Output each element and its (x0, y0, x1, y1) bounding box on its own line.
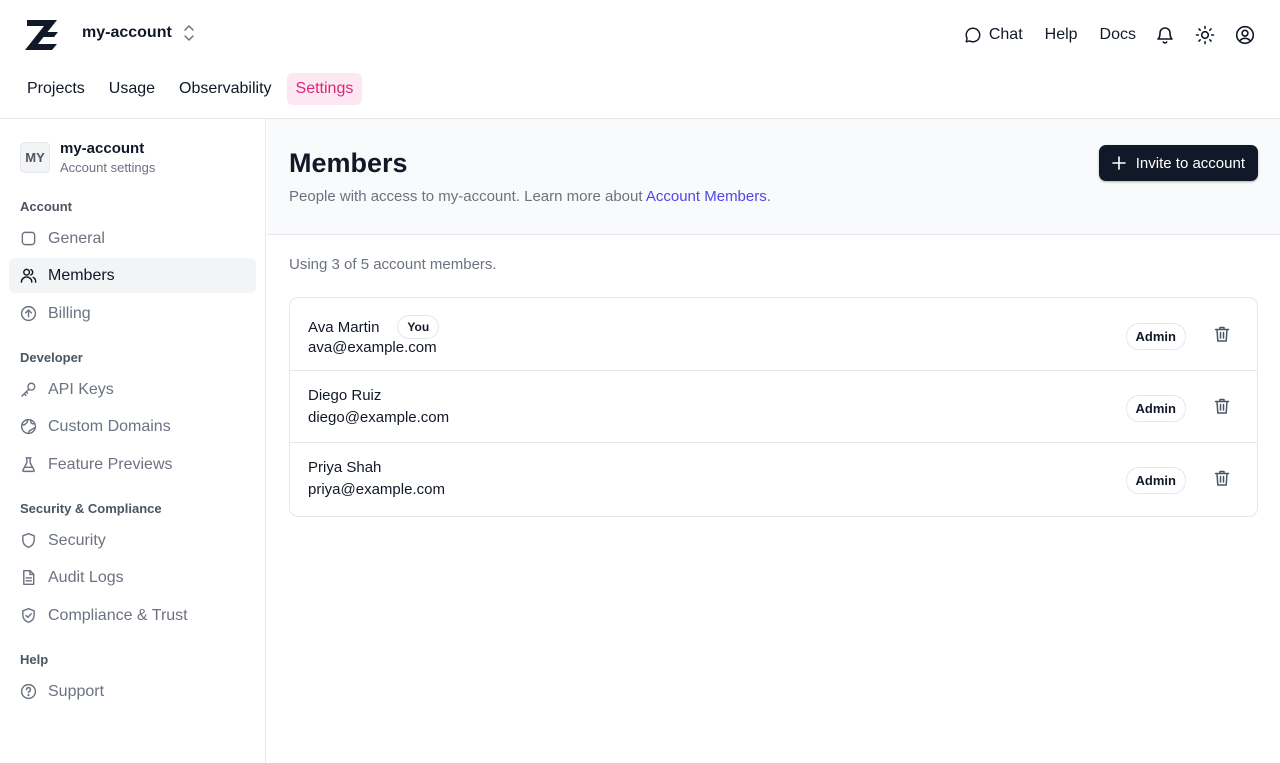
sidebar-item-label: Support (48, 682, 105, 700)
account-card: MY my-account Account settings (20, 140, 155, 175)
top-header: my-account Chat Help Docs Projects Usage… (0, 0, 1280, 119)
docs-link[interactable]: Docs (1100, 26, 1136, 44)
sidebar-item-general[interactable]: General (9, 221, 256, 256)
chat-label: Chat (988, 26, 1023, 43)
sun-icon (1195, 25, 1215, 45)
sidebar-item-label: Billing (48, 304, 91, 322)
member-email: diego@example.com (308, 409, 450, 426)
member-row: Priya Shah priya@example.com Admin (290, 443, 1257, 515)
help-label: Help (1044, 26, 1078, 43)
globe-icon (20, 418, 37, 435)
trash-icon[interactable] (1213, 469, 1231, 487)
document-icon (23, 569, 35, 586)
sidebar-item-audit-logs[interactable]: Audit Logs (9, 560, 256, 595)
sidebar-item-label: API Keys (48, 380, 114, 398)
member-name: Diego Ruiz (308, 387, 381, 404)
key-icon (21, 382, 36, 397)
role-badge[interactable]: Admin (1125, 395, 1186, 422)
shield-check-icon (22, 607, 35, 624)
sidebar-item-label: Members (48, 266, 115, 284)
tab-usage[interactable]: Usage (100, 73, 164, 105)
account-members-link[interactable]: Account Members (646, 188, 767, 205)
user-circle-icon (1235, 25, 1255, 45)
sidebar-item-security[interactable]: Security (9, 523, 256, 558)
sidebar-item-label: General (48, 229, 105, 247)
page-description-suffix: . (766, 188, 771, 205)
member-usage-text: Using 3 of 5 account members. (289, 256, 497, 273)
member-name: Priya Shah (308, 459, 381, 476)
invite-button-label: Invite to account (1135, 154, 1245, 172)
main-nav-tabs: Projects Usage Observability Settings (18, 73, 363, 105)
help-link[interactable]: Help (1045, 26, 1078, 44)
account-switcher[interactable]: my-account (82, 24, 196, 42)
header-actions: Chat Help Docs (942, 22, 1256, 48)
plus-icon (1111, 156, 1126, 170)
account-avatar: MY (20, 142, 50, 173)
chat-link[interactable]: Chat (964, 26, 1023, 44)
logo-icon[interactable] (24, 18, 60, 52)
page-description: People with access to my-account. Learn … (289, 188, 771, 205)
role-badge[interactable]: Admin (1125, 467, 1186, 494)
users-icon (20, 268, 37, 283)
section-label-security: Security & Compliance (20, 501, 162, 516)
trash-icon[interactable] (1213, 325, 1231, 343)
docs-label: Docs (1099, 26, 1136, 43)
member-row: Diego Ruiz diego@example.com Admin (290, 371, 1257, 443)
tab-settings[interactable]: Settings (286, 73, 363, 105)
page-description-text: People with access to my-account. Learn … (289, 188, 646, 205)
member-name-text: Priya Shah (308, 459, 382, 476)
settings-sidebar: MY my-account Account settings Account G… (0, 119, 266, 763)
invite-to-account-button[interactable]: Invite to account (1098, 145, 1258, 181)
sidebar-item-label: Custom Domains (48, 417, 171, 435)
sidebar-item-label: Security (48, 531, 106, 549)
sidebar-item-label: Feature Previews (48, 455, 173, 473)
member-email: ava@example.com (308, 339, 437, 356)
sidebar-item-feature-previews[interactable]: Feature Previews (9, 447, 256, 482)
account-switcher-label: my-account (82, 24, 172, 41)
page-title: Members (289, 148, 408, 178)
sidebar-item-custom-domains[interactable]: Custom Domains (9, 409, 256, 444)
members-list: Ava Martin You ava@example.com Admin Die… (289, 297, 1258, 517)
notifications-button[interactable] (1154, 24, 1176, 46)
member-row: Ava Martin You ava@example.com Admin (290, 298, 1257, 371)
role-badge[interactable]: Admin (1125, 323, 1186, 350)
sidebar-item-billing[interactable]: Billing (9, 296, 256, 331)
user-menu-button[interactable] (1234, 24, 1256, 46)
arrow-up-circle-icon (20, 305, 37, 322)
member-name-text: Diego Ruiz (308, 387, 382, 404)
sidebar-item-support[interactable]: Support (9, 674, 256, 709)
account-card-name: my-account (60, 140, 145, 157)
sidebar-item-members[interactable]: Members (9, 258, 256, 293)
shield-icon (22, 532, 35, 549)
member-email: priya@example.com (308, 481, 445, 498)
sidebar-item-label: Compliance & Trust (48, 606, 188, 624)
you-badge: You (397, 315, 440, 339)
sidebar-item-api-keys[interactable]: API Keys (9, 372, 256, 407)
theme-toggle-button[interactable] (1194, 24, 1216, 46)
account-card-subtitle: Account settings (60, 160, 156, 175)
trash-icon[interactable] (1213, 397, 1231, 415)
section-label-help: Help (20, 652, 49, 667)
question-circle-icon (20, 683, 37, 700)
tab-projects[interactable]: Projects (18, 73, 94, 105)
section-label-account: Account (20, 199, 72, 214)
square-icon (21, 231, 36, 246)
flask-icon (22, 457, 35, 473)
member-name: Ava Martin You (308, 315, 440, 339)
tab-observability[interactable]: Observability (170, 73, 280, 105)
chevron-up-down-icon (184, 25, 194, 41)
chat-bubble-icon (965, 27, 981, 43)
sidebar-item-label: Audit Logs (48, 568, 124, 586)
main-content: Members People with access to my-account… (267, 119, 1280, 763)
member-name-text: Ava Martin (308, 318, 380, 336)
sidebar-item-compliance[interactable]: Compliance & Trust (9, 598, 256, 633)
bell-icon (1157, 27, 1173, 44)
page-header: Members People with access to my-account… (267, 119, 1280, 235)
section-label-developer: Developer (20, 350, 83, 365)
